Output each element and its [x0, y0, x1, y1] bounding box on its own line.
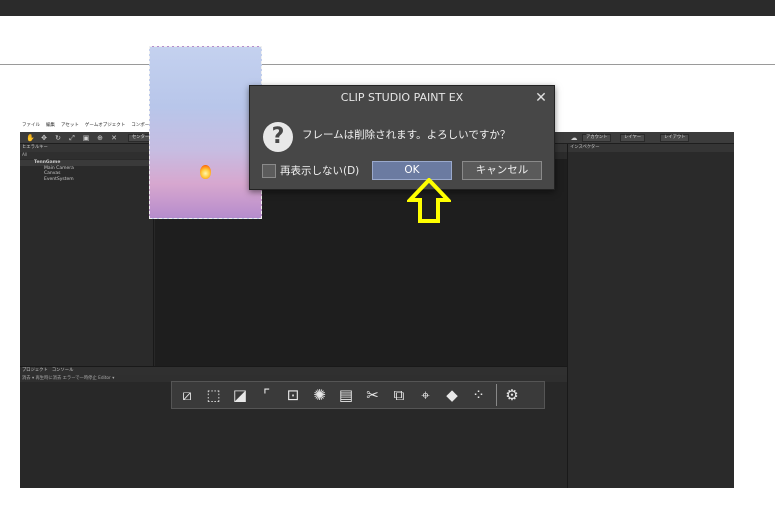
selection-launcher-palette: ⧄ ⬚ ◪ ⌜ ⊡ ✺ ▤ ✂ ⧉ ⌖ ◆ ⁘ ⚙ — [171, 381, 545, 409]
inspector-panel: インスペクター — [567, 144, 734, 488]
dialog-message: フレームは削除されます。よろしいですか？ — [302, 129, 511, 141]
hierarchy-panel: ヒエラルキー All TennGame Main Camera Canvas E… — [20, 144, 154, 366]
hierarchy-tab[interactable]: ヒエラルキー — [20, 144, 153, 152]
selection-settings-icon[interactable]: ⚙ — [501, 384, 523, 406]
menu-file[interactable]: ファイル — [22, 120, 40, 132]
shrink-selection-icon[interactable]: ⊡ — [282, 384, 304, 406]
inspector-tab[interactable]: インスペクター — [568, 144, 734, 152]
close-icon[interactable]: ✕ — [532, 88, 550, 108]
cut-paste-icon[interactable]: ✂ — [362, 384, 384, 406]
transform-tool-icon[interactable]: ⊕ — [96, 134, 104, 142]
fireball-sprite — [200, 165, 211, 179]
account-dropdown[interactable]: アカウント — [582, 134, 612, 142]
dont-show-again-label[interactable]: 再表示しない(D) — [280, 163, 359, 179]
tab-project[interactable]: プロジェクト — [22, 368, 48, 373]
dont-show-again-checkbox[interactable] — [262, 164, 276, 178]
menu-gameobject[interactable]: ゲームオブジェクト — [85, 120, 125, 132]
menu-edit[interactable]: 編集 — [46, 120, 55, 132]
move-tool-icon[interactable]: ✥ — [40, 134, 48, 142]
transform-icon[interactable]: ⌖ — [415, 384, 437, 406]
collab-icon[interactable]: ☁ — [570, 134, 578, 142]
menu-assets[interactable]: アセット — [61, 120, 79, 132]
dialog-title: CLIP STUDIO PAINT EX — [340, 91, 464, 104]
top-bar — [0, 0, 775, 16]
cancel-button[interactable]: キャンセル — [462, 161, 542, 180]
tab-console[interactable]: コンソール — [52, 368, 73, 373]
rect-tool-icon[interactable]: ▣ — [82, 134, 90, 142]
deselect-icon[interactable]: ⧄ — [176, 384, 198, 406]
rotate-tool-icon[interactable]: ↻ — [54, 134, 62, 142]
select-all-icon[interactable]: ⬚ — [203, 384, 225, 406]
fill-icon[interactable]: ◆ — [441, 384, 463, 406]
hierarchy-list: TennGame Main Camera Canvas EventSystem — [20, 159, 153, 182]
confirm-dialog: CLIP STUDIO PAINT EX ✕ ? フレームは削除されます。よろし… — [249, 85, 555, 190]
tone-icon[interactable]: ⁘ — [468, 384, 490, 406]
selection-area-icon[interactable]: ✺ — [309, 384, 331, 406]
arrow-up-icon — [407, 178, 451, 223]
copy-paste-icon[interactable]: ⧉ — [388, 384, 410, 406]
layers-dropdown[interactable]: レイヤー — [620, 134, 646, 142]
hand-tool-icon[interactable]: ✋ — [26, 134, 35, 142]
selection-layer-icon[interactable]: ▤ — [335, 384, 357, 406]
custom-tool-icon[interactable]: ✕ — [110, 134, 118, 142]
invert-selection-icon[interactable]: ◪ — [229, 384, 251, 406]
layout-dropdown[interactable]: レイアウト — [660, 134, 690, 142]
question-icon: ? — [263, 122, 293, 152]
bottom-tabs: プロジェクト コンソール — [20, 367, 567, 375]
hierarchy-search[interactable]: All — [20, 152, 153, 159]
divider — [0, 64, 775, 65]
scale-tool-icon[interactable]: ⤢ — [68, 134, 76, 142]
game-view-frame[interactable] — [149, 46, 262, 219]
expand-selection-icon[interactable]: ⌜ — [256, 384, 278, 406]
palette-separator — [496, 384, 497, 406]
hierarchy-item[interactable]: EventSystem — [20, 177, 153, 183]
